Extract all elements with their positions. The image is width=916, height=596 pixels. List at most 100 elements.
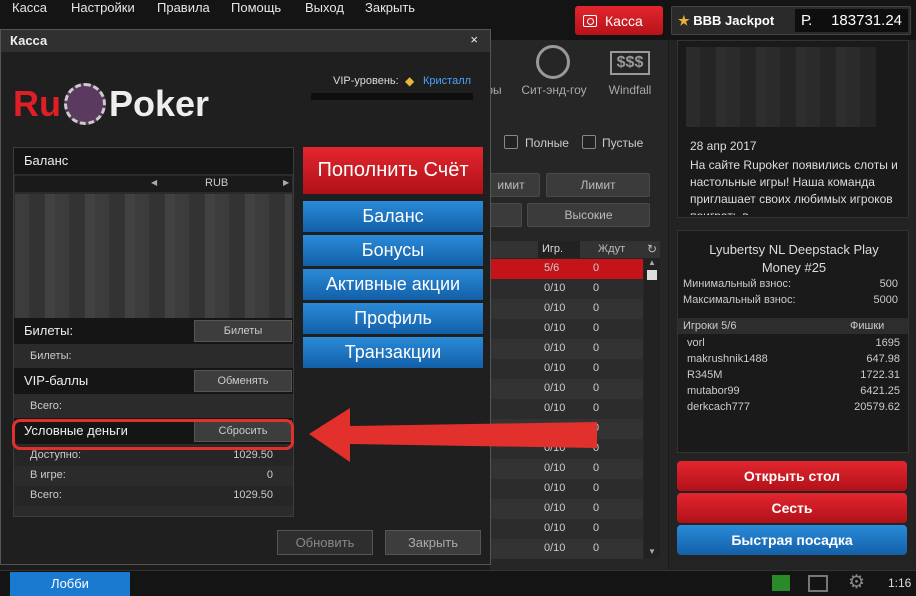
- cashier-window: Касса × Ru Poker VIP-уровень: ◆ Кристалл…: [0, 29, 491, 565]
- currency-value: RUB: [205, 177, 229, 189]
- cashier-icon: [583, 14, 597, 27]
- window-title: Касса: [10, 33, 48, 48]
- cashier-button-label: Касса: [605, 12, 643, 29]
- highlight-frame: [12, 419, 294, 450]
- full-checkbox[interactable]: [504, 135, 518, 149]
- row-waiting: 0: [593, 282, 600, 294]
- player-row[interactable]: makrushnik1488 647.98: [678, 352, 908, 368]
- max-buyin-value: 5000: [873, 294, 898, 306]
- balance-heading: Баланс: [14, 148, 293, 174]
- news-text: На сайте Rupoker появились слоты и насто…: [690, 158, 898, 215]
- nav-profile-button[interactable]: Профиль: [303, 303, 483, 334]
- table-row[interactable]: 0/10 0: [490, 379, 643, 399]
- tab-sit-and-go[interactable]: Сит-энд-гоу: [514, 45, 594, 97]
- menu-settings[interactable]: Настройки: [71, 0, 135, 15]
- player-row[interactable]: R345M 1722.31: [678, 368, 908, 384]
- row-players: 0/10: [544, 542, 566, 554]
- player-row[interactable]: derkcach777 20579.62: [678, 400, 908, 416]
- player-chips: 1722.31: [860, 369, 900, 381]
- gear-icon[interactable]: ⚙: [848, 571, 865, 594]
- table-row[interactable]: 0/10 0: [490, 359, 643, 379]
- cashier-button[interactable]: Касса: [575, 6, 663, 35]
- player-chips: 20579.62: [854, 401, 900, 413]
- status-bar: Лобби ⚙ 1:16: [0, 570, 916, 596]
- filter-limit-b[interactable]: Лимит: [546, 173, 650, 197]
- table-info-panel: Lyubertsy NL Deepstack Play Money #25 Ми…: [677, 230, 909, 453]
- column-players[interactable]: Игр.: [538, 241, 580, 258]
- chevron-right-icon[interactable]: ▶: [283, 178, 289, 187]
- vip-value[interactable]: Кристалл: [423, 75, 471, 87]
- connection-icon: [772, 575, 790, 591]
- menu-close[interactable]: Закрыть: [365, 0, 415, 15]
- cashier-status-icon[interactable]: [808, 575, 828, 592]
- nav-transactions-button[interactable]: Транзакции: [303, 337, 483, 368]
- rupoker-logo: Ru Poker: [13, 78, 209, 130]
- tickets-heading-text: Билеты:: [24, 323, 74, 338]
- player-name: mutabor99: [687, 385, 740, 397]
- chips-head: Фишки: [850, 320, 885, 332]
- players-header: Игроки 5/6 Фишки: [678, 318, 908, 334]
- scroll-down-icon[interactable]: ▼: [644, 547, 660, 556]
- vip-progress-bar: [311, 93, 473, 100]
- jackpot-title-text: BBB Jackpot: [693, 13, 775, 28]
- tab-windfall[interactable]: $$$ Windfall: [590, 45, 670, 97]
- player-chips: 1695: [875, 337, 900, 349]
- lobby-scrollbar[interactable]: ▲ ▼: [644, 258, 660, 558]
- lobby-button[interactable]: Лобби: [10, 572, 130, 596]
- row-players: 5/6: [544, 262, 560, 274]
- chevron-left-icon[interactable]: ◀: [151, 178, 157, 187]
- table-row[interactable]: 5/6 0: [490, 259, 643, 279]
- player-row[interactable]: mutabor99 6421.25: [678, 384, 908, 400]
- table-row[interactable]: 0/10 0: [490, 319, 643, 339]
- table-row[interactable]: 0/10 0: [490, 499, 643, 519]
- column-waiting[interactable]: Ждут: [598, 243, 625, 255]
- empty-checkbox[interactable]: [582, 135, 596, 149]
- table-row[interactable]: 0/10 0: [490, 479, 643, 499]
- tab-label: Сит-энд-гоу: [521, 83, 587, 97]
- row-waiting: 0: [593, 322, 600, 334]
- jackpot-panel: ★ BBB Jackpot Р. 183731.24: [671, 6, 911, 35]
- min-buyin-label: Минимальный взнос:: [683, 278, 792, 290]
- tickets-button[interactable]: Билеты: [194, 320, 292, 342]
- close-window-button[interactable]: Закрыть: [385, 530, 481, 555]
- player-row[interactable]: vorl 1695: [678, 336, 908, 352]
- clock: 1:16: [888, 576, 912, 590]
- menu-cashier[interactable]: Касса: [12, 0, 47, 15]
- logo-ru: Ru: [13, 83, 61, 124]
- table-row[interactable]: 0/10 0: [490, 519, 643, 539]
- open-table-button[interactable]: Открыть стол: [677, 461, 907, 491]
- nav-balance-button[interactable]: Баланс: [303, 201, 483, 232]
- deposit-button[interactable]: Пополнить Счёт: [303, 147, 483, 194]
- table-row[interactable]: 0/10 0: [490, 339, 643, 359]
- nav-bonuses-button[interactable]: Бонусы: [303, 235, 483, 266]
- close-icon[interactable]: ×: [470, 32, 478, 47]
- account-panel: Баланс ◀ RUB ▶ Билеты: Билеты Билеты: VI…: [13, 147, 294, 517]
- menu-help[interactable]: Помощь: [231, 0, 281, 15]
- vip-label: VIP-уровень:: [333, 75, 399, 87]
- refresh-icon[interactable]: ↻: [647, 242, 657, 256]
- balance-details: [15, 194, 292, 318]
- scroll-thumb[interactable]: [647, 270, 657, 280]
- play-money-row: В игре: 0: [14, 466, 293, 486]
- window-titlebar: Касса ×: [1, 30, 490, 52]
- menu-logout[interactable]: Выход: [305, 0, 344, 15]
- table-row[interactable]: 0/10 0: [490, 279, 643, 299]
- jackpot-amount: 183731.24: [831, 12, 902, 29]
- quick-seat-button[interactable]: Быстрая посадка: [677, 525, 907, 555]
- table-row[interactable]: 0/10 0: [490, 539, 643, 559]
- table-row[interactable]: 0/10 0: [490, 299, 643, 319]
- row-value: 1029.50: [233, 489, 273, 501]
- scroll-up-icon[interactable]: ▲: [644, 258, 660, 267]
- vip-points-heading: VIP-баллы Обменять: [14, 368, 293, 394]
- sit-button[interactable]: Сесть: [677, 493, 907, 523]
- filter-high[interactable]: Высокие: [527, 203, 650, 227]
- row-waiting: 0: [593, 362, 600, 374]
- currency-selector[interactable]: ◀ RUB ▶: [15, 176, 292, 192]
- star-icon: ★: [678, 13, 690, 28]
- exchange-button[interactable]: Обменять: [194, 370, 292, 392]
- nav-promotions-button[interactable]: Активные акции: [303, 269, 483, 300]
- jackpot-title: ★ BBB Jackpot: [678, 13, 774, 29]
- player-name: R345M: [687, 369, 723, 381]
- refresh-button[interactable]: Обновить: [277, 530, 373, 555]
- menu-rules[interactable]: Правила: [157, 0, 210, 15]
